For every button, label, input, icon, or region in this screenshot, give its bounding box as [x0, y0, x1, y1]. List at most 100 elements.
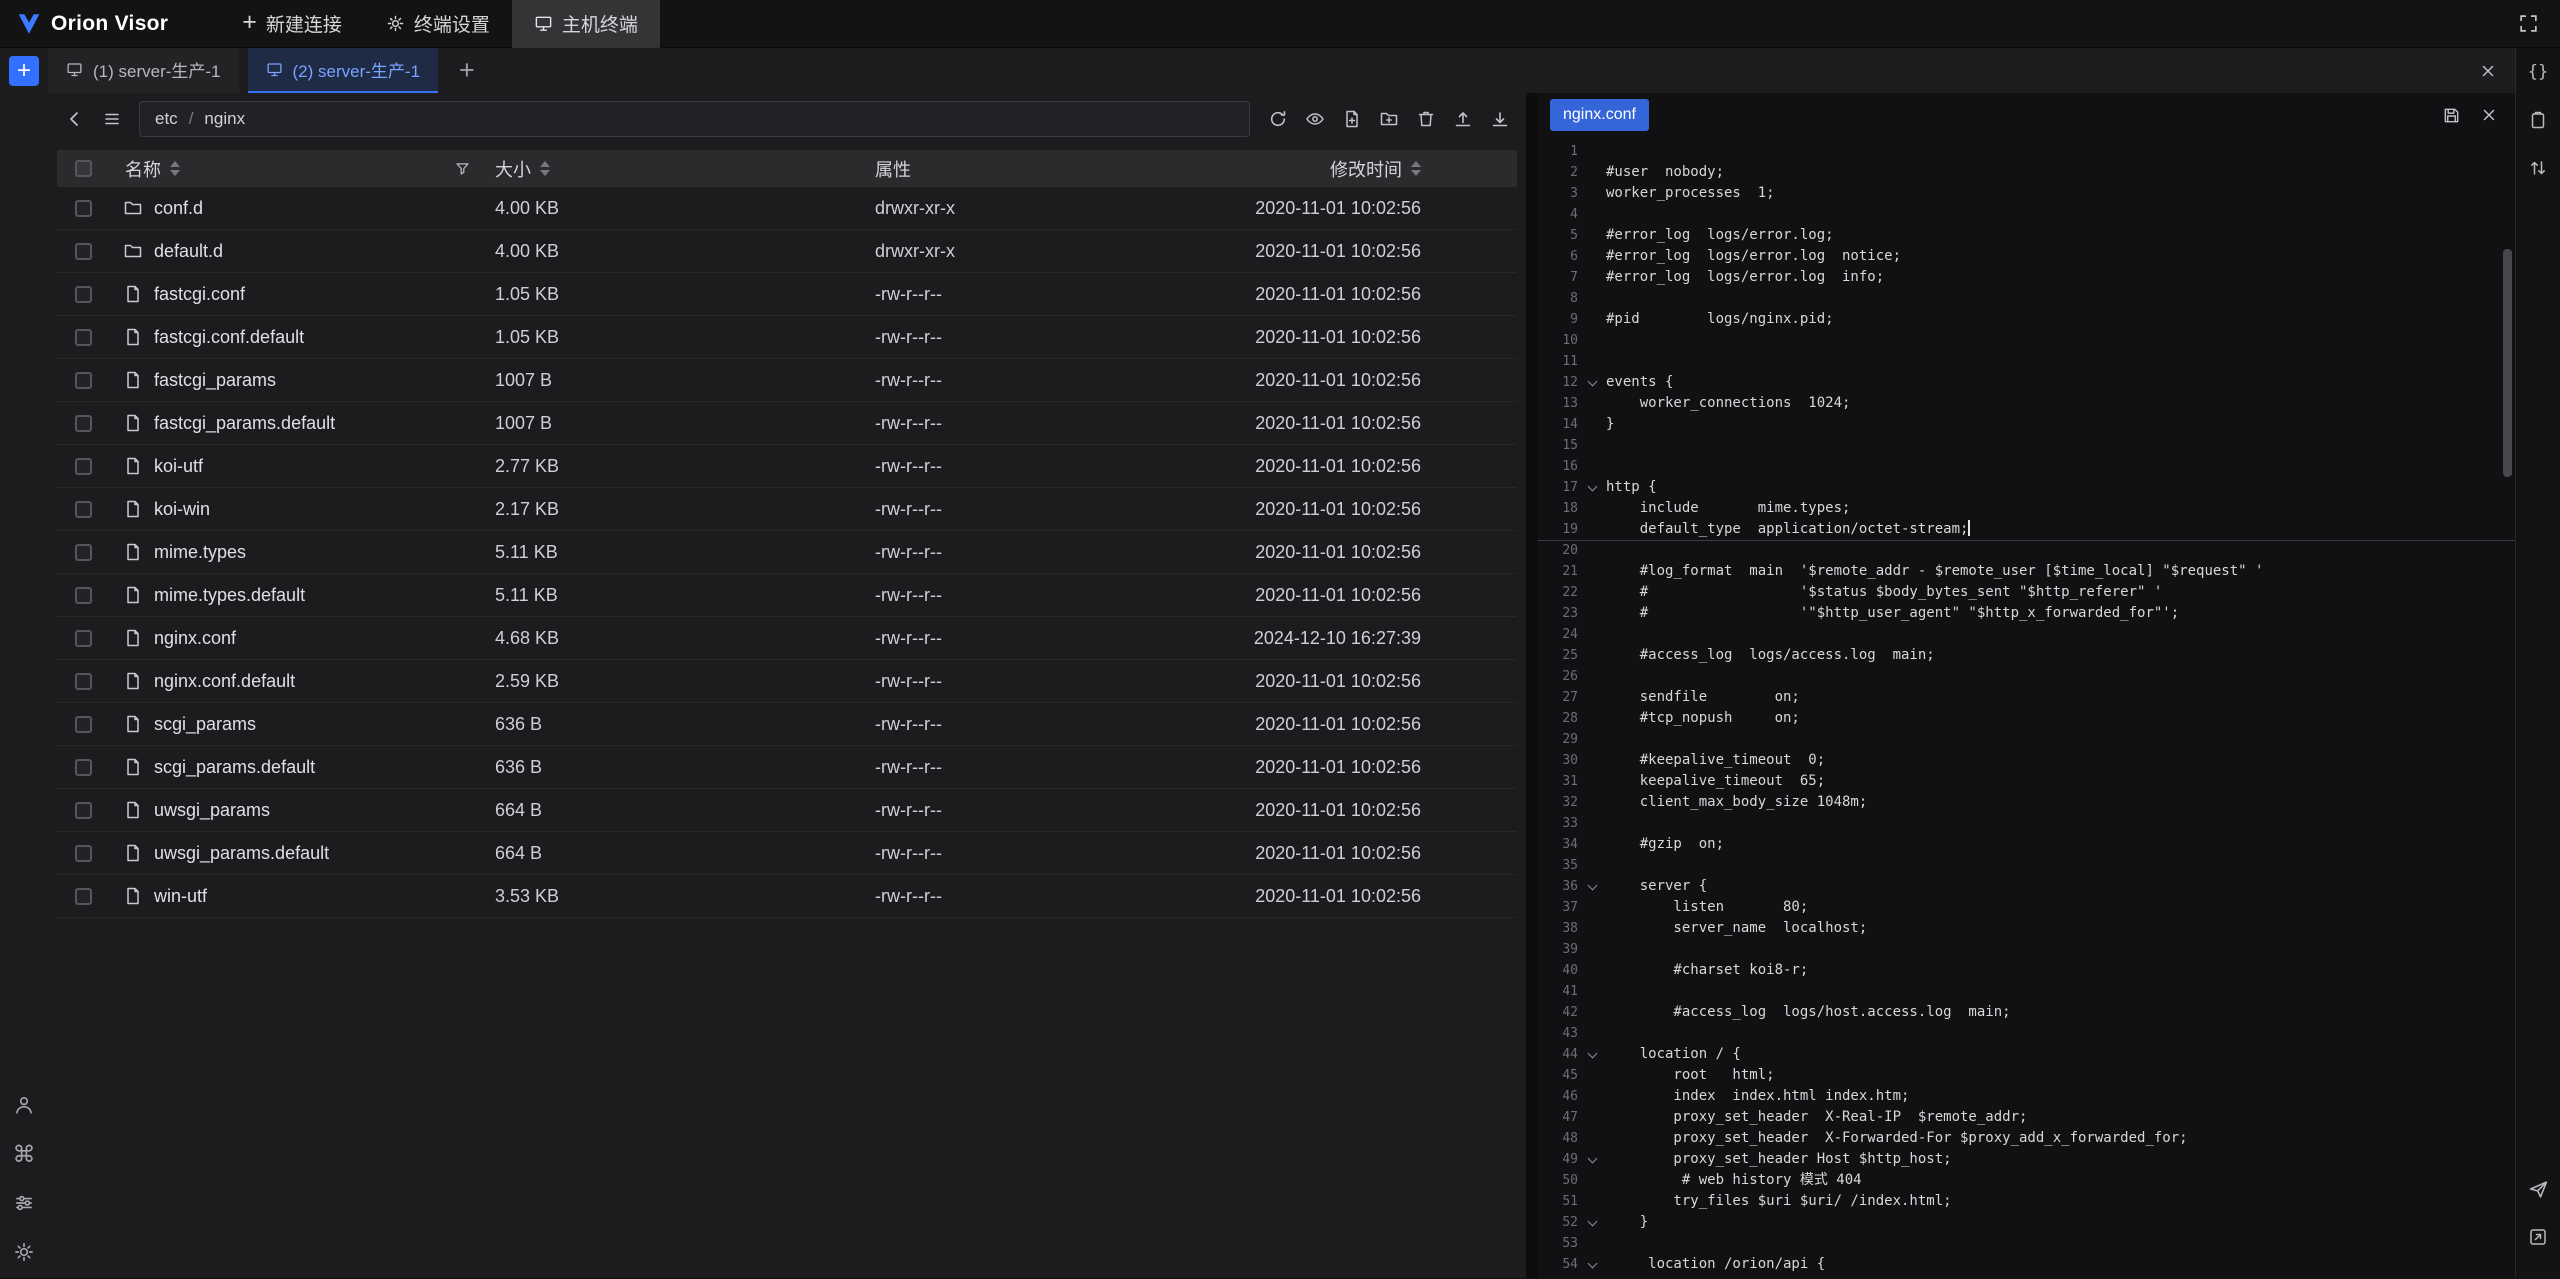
menu-new-connection[interactable]: + 新建连接	[220, 0, 364, 48]
fullscreen-icon[interactable]	[2512, 8, 2544, 40]
settings-gear-icon[interactable]	[11, 1239, 37, 1265]
file-name[interactable]: fastcgi_params	[154, 370, 276, 391]
editor-line[interactable]: 49 proxy_set_header Host $http_host;	[1538, 1149, 2515, 1170]
table-row[interactable]: fastcgi_params1007 B-rw-r--r--2020-11-01…	[57, 359, 1517, 402]
fold-chevron-icon[interactable]	[1582, 1212, 1604, 1233]
row-checkbox[interactable]	[75, 372, 92, 389]
table-row[interactable]: nginx.conf4.68 KB-rw-r--r--2024-12-10 16…	[57, 617, 1517, 660]
panel-splitter[interactable]	[1526, 93, 1538, 1278]
editor-line[interactable]: 35	[1538, 855, 2515, 876]
fold-chevron-icon[interactable]	[1582, 876, 1604, 897]
editor-line[interactable]: 12events {	[1538, 372, 2515, 393]
editor-line[interactable]: 38 server_name localhost;	[1538, 918, 2515, 939]
row-checkbox[interactable]	[75, 716, 92, 733]
row-checkbox[interactable]	[75, 458, 92, 475]
editor-line[interactable]: 52 }	[1538, 1212, 2515, 1233]
editor-line[interactable]: 30 #keepalive_timeout 0;	[1538, 750, 2515, 771]
new-folder-icon[interactable]	[1372, 103, 1405, 136]
select-all-checkbox[interactable]	[75, 160, 92, 177]
column-header-size[interactable]: 大小	[495, 156, 531, 182]
fold-chevron-icon[interactable]	[1582, 1254, 1604, 1275]
editor-line[interactable]: 13 worker_connections 1024;	[1538, 393, 2515, 414]
format-braces-icon[interactable]: {}	[2523, 57, 2553, 87]
list-view-icon[interactable]	[95, 103, 128, 136]
terminal-tab-1[interactable]: (1) server-生产-1	[48, 48, 239, 93]
close-editor-icon[interactable]	[2475, 101, 2503, 129]
editor-line[interactable]: 33	[1538, 813, 2515, 834]
menu-host-terminal[interactable]: 主机终端	[512, 0, 660, 48]
table-row[interactable]: conf.d4.00 KBdrwxr-xr-x2020-11-01 10:02:…	[57, 187, 1517, 230]
command-shortcuts-icon[interactable]: ⌘	[11, 1141, 37, 1167]
editor-line[interactable]: 43	[1538, 1023, 2515, 1044]
table-row[interactable]: koi-win2.17 KB-rw-r--r--2020-11-01 10:02…	[57, 488, 1517, 531]
row-checkbox[interactable]	[75, 845, 92, 862]
row-checkbox[interactable]	[75, 587, 92, 604]
terminal-tab-2[interactable]: (2) server-生产-1	[248, 48, 439, 93]
refresh-icon[interactable]	[1261, 103, 1294, 136]
editor-line[interactable]: 53	[1538, 1233, 2515, 1254]
table-row[interactable]: mime.types.default5.11 KB-rw-r--r--2020-…	[57, 574, 1517, 617]
file-name[interactable]: mime.types	[154, 542, 246, 563]
breadcrumb-segment[interactable]: nginx	[204, 109, 245, 129]
editor-line[interactable]: 34 #gzip on;	[1538, 834, 2515, 855]
editor-line[interactable]: 36 server {	[1538, 876, 2515, 897]
editor-line[interactable]: 22 # '$status $body_bytes_sent "$http_re…	[1538, 582, 2515, 603]
file-name[interactable]: scgi_params.default	[154, 757, 315, 778]
row-checkbox[interactable]	[75, 630, 92, 647]
file-name[interactable]: fastcgi_params.default	[154, 413, 335, 434]
back-icon[interactable]	[58, 103, 91, 136]
editor-line[interactable]: 45 root html;	[1538, 1065, 2515, 1086]
fold-chevron-icon[interactable]	[1582, 372, 1604, 393]
row-checkbox[interactable]	[75, 888, 92, 905]
row-checkbox[interactable]	[75, 802, 92, 819]
editor-line[interactable]: 46 index index.html index.htm;	[1538, 1086, 2515, 1107]
clipboard-icon[interactable]	[2523, 105, 2553, 135]
row-checkbox[interactable]	[75, 759, 92, 776]
show-hidden-eye-icon[interactable]	[1298, 103, 1331, 136]
file-name[interactable]: conf.d	[154, 198, 203, 219]
upload-icon[interactable]	[1446, 103, 1479, 136]
sort-name-icon[interactable]	[170, 161, 180, 176]
swap-vertical-icon[interactable]	[2523, 153, 2553, 183]
editor-line[interactable]: 23 # '"$http_user_agent" "$http_x_forwar…	[1538, 603, 2515, 624]
fold-chevron-icon[interactable]	[1582, 1149, 1604, 1170]
editor-line[interactable]: 1	[1538, 141, 2515, 162]
editor-line[interactable]: 3worker_processes 1;	[1538, 183, 2515, 204]
new-connection-button[interactable]: +	[9, 56, 39, 86]
column-header-mtime[interactable]: 修改时间	[1330, 156, 1402, 182]
editor-line[interactable]: 8	[1538, 288, 2515, 309]
editor-line[interactable]: 16	[1538, 456, 2515, 477]
editor-line[interactable]: 20	[1538, 540, 2515, 561]
editor-line[interactable]: 11	[1538, 351, 2515, 372]
editor-line[interactable]: 54 location /orion/api {	[1538, 1254, 2515, 1275]
fold-chevron-icon[interactable]	[1582, 1044, 1604, 1065]
editor-line[interactable]: 15	[1538, 435, 2515, 456]
row-checkbox[interactable]	[75, 415, 92, 432]
preferences-icon[interactable]	[11, 1190, 37, 1216]
editor-line[interactable]: 14}	[1538, 414, 2515, 435]
sort-mtime-icon[interactable]	[1411, 161, 1421, 176]
editor-line[interactable]: 28 #tcp_nopush on;	[1538, 708, 2515, 729]
open-new-window-icon[interactable]	[2523, 1222, 2553, 1252]
editor-file-tab[interactable]: nginx.conf	[1550, 99, 1649, 131]
editor-line[interactable]: 4	[1538, 204, 2515, 225]
editor-line[interactable]: 51 try_files $uri $uri/ /index.html;	[1538, 1191, 2515, 1212]
file-name[interactable]: fastcgi.conf.default	[154, 327, 304, 348]
file-name[interactable]: default.d	[154, 241, 223, 262]
editor-line[interactable]: 50 # web history 模式 404	[1538, 1170, 2515, 1191]
table-row[interactable]: uwsgi_params.default664 B-rw-r--r--2020-…	[57, 832, 1517, 875]
editor-line[interactable]: 32 client_max_body_size 1048m;	[1538, 792, 2515, 813]
file-name[interactable]: scgi_params	[154, 714, 256, 735]
sort-size-icon[interactable]	[540, 161, 550, 176]
table-row[interactable]: scgi_params636 B-rw-r--r--2020-11-01 10:…	[57, 703, 1517, 746]
fold-chevron-icon[interactable]	[1582, 477, 1604, 498]
editor-scrollbar-thumb[interactable]	[2503, 249, 2512, 477]
row-checkbox[interactable]	[75, 286, 92, 303]
file-name[interactable]: nginx.conf	[154, 628, 236, 649]
editor-line[interactable]: 19 default_type application/octet-stream…	[1538, 519, 2515, 540]
file-name[interactable]: uwsgi_params.default	[154, 843, 329, 864]
column-header-name[interactable]: 名称	[125, 156, 161, 182]
editor-line[interactable]: 21 #log_format main '$remote_addr - $rem…	[1538, 561, 2515, 582]
row-checkbox[interactable]	[75, 200, 92, 217]
table-row[interactable]: fastcgi.conf.default1.05 KB-rw-r--r--202…	[57, 316, 1517, 359]
